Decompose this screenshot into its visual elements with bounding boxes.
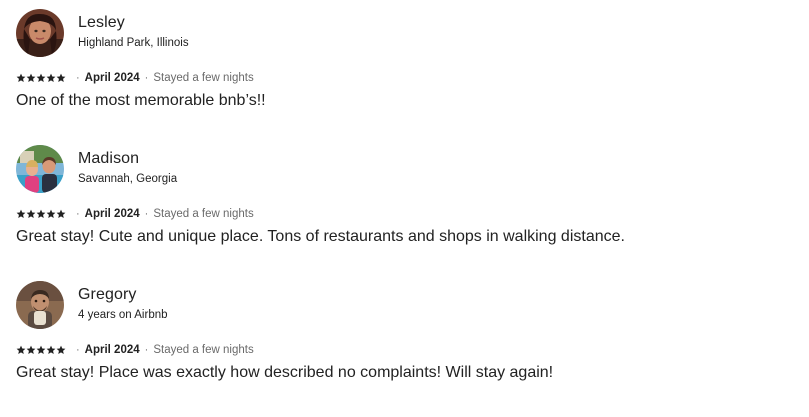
star-icon — [46, 209, 56, 219]
review-header: Lesley Highland Park, Illinois — [16, 9, 796, 65]
avatar[interactable] — [16, 9, 64, 57]
stay-length: Stayed a few nights — [153, 344, 254, 356]
star-icon — [46, 73, 56, 83]
rating-stars — [16, 73, 66, 83]
review-header: Madison Savannah, Georgia — [16, 145, 796, 201]
reviewer-info: Lesley Highland Park, Illinois — [78, 9, 189, 50]
star-icon — [26, 73, 36, 83]
review-meta: · April 2024 · Stayed a few nights — [16, 71, 796, 85]
review-meta: · April 2024 · Stayed a few nights — [16, 343, 796, 357]
review-date: April 2024 — [84, 344, 140, 356]
avatar-photo — [16, 9, 64, 57]
star-icon — [36, 345, 46, 355]
star-icon — [56, 73, 66, 83]
avatar[interactable] — [16, 281, 64, 329]
reviewer-name[interactable]: Gregory — [78, 286, 168, 304]
review-card: Gregory 4 years on Airbnb · April 2024 ·… — [16, 281, 796, 417]
reviewer-location: Savannah, Georgia — [78, 173, 178, 185]
review-text: Great stay! Cute and unique place. Tons … — [16, 228, 625, 245]
separator: · — [76, 208, 80, 220]
star-icon — [36, 209, 46, 219]
star-icon — [46, 345, 56, 355]
review-text: One of the most memorable bnb’s!! — [16, 92, 266, 109]
review-text: Great stay! Place was exactly how descri… — [16, 364, 554, 381]
separator: · — [76, 344, 80, 356]
star-icon — [26, 209, 36, 219]
separator: · — [144, 208, 149, 220]
star-icon — [26, 345, 36, 355]
avatar-photo — [16, 281, 64, 329]
rating-stars — [16, 209, 66, 219]
separator: · — [76, 72, 80, 84]
reviewer-name[interactable]: Madison — [78, 150, 177, 168]
review-card: Madison Savannah, Georgia · April 2024 ·… — [16, 145, 796, 281]
review-header: Gregory 4 years on Airbnb — [16, 281, 796, 337]
reviewer-name[interactable]: Lesley — [78, 14, 189, 32]
reviews-list: Lesley Highland Park, Illinois · April 2… — [16, 9, 796, 417]
rating-stars — [16, 345, 66, 355]
avatar[interactable] — [16, 145, 64, 193]
reviewer-location: Highland Park, Illinois — [78, 37, 189, 49]
review-date: April 2024 — [84, 208, 140, 220]
reviewer-info: Gregory 4 years on Airbnb — [78, 281, 168, 322]
star-icon — [56, 209, 66, 219]
star-icon — [36, 73, 46, 83]
review-meta: · April 2024 · Stayed a few nights — [16, 207, 796, 221]
reviewer-tenure: 4 years on Airbnb — [78, 309, 168, 321]
stay-length: Stayed a few nights — [153, 72, 254, 84]
avatar-photo — [16, 145, 64, 193]
star-icon — [56, 345, 66, 355]
separator: · — [144, 72, 149, 84]
review-card: Lesley Highland Park, Illinois · April 2… — [16, 9, 796, 145]
star-icon — [16, 209, 26, 219]
star-icon — [16, 345, 26, 355]
stay-length: Stayed a few nights — [153, 208, 254, 220]
reviewer-info: Madison Savannah, Georgia — [78, 145, 177, 186]
review-date: April 2024 — [84, 72, 140, 84]
star-icon — [16, 73, 26, 83]
separator: · — [144, 344, 149, 356]
